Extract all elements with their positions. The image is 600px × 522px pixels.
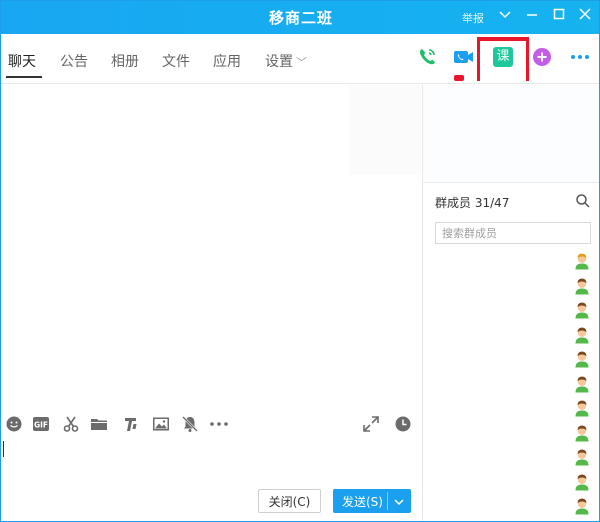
- member-avatar[interactable]: [574, 497, 590, 515]
- search-icon[interactable]: [575, 193, 591, 209]
- send-options-chevron-icon[interactable]: [391, 494, 407, 508]
- member-avatar[interactable]: [574, 473, 590, 491]
- member-avatar[interactable]: [574, 301, 590, 319]
- tab-settings[interactable]: 设置 ﹀: [265, 51, 307, 71]
- close-icon[interactable]: [575, 7, 595, 27]
- highlight-box: [477, 37, 529, 81]
- member-avatar[interactable]: [574, 424, 590, 442]
- tab-album[interactable]: 相册: [111, 51, 139, 71]
- expand-icon[interactable]: [362, 415, 380, 433]
- music-icon[interactable]: [121, 415, 139, 433]
- right-panel: 群成员 31/47: [422, 85, 599, 521]
- input-toolbar: GIF: [1, 409, 422, 439]
- bottom-bar: 关闭(C) 发送(S): [1, 484, 422, 521]
- member-avatar[interactable]: [574, 448, 590, 466]
- message-area[interactable]: [1, 85, 422, 409]
- tab-chat[interactable]: 聊天: [8, 51, 36, 71]
- member-avatar[interactable]: [574, 326, 590, 344]
- scissors-icon[interactable]: [62, 415, 80, 433]
- add-icon[interactable]: [531, 46, 553, 68]
- member-list: [574, 252, 592, 521]
- group-info-panel: [423, 85, 599, 183]
- svg-text:GIF: GIF: [34, 421, 48, 430]
- image-icon[interactable]: [152, 415, 170, 433]
- chat-faded-region: [349, 85, 421, 175]
- clock-icon[interactable]: [394, 415, 412, 433]
- tab-settings-label: 设置: [265, 54, 293, 70]
- phone-icon[interactable]: [416, 46, 438, 68]
- video-call-icon[interactable]: [452, 46, 474, 68]
- member-avatar[interactable]: [574, 375, 590, 393]
- member-avatar[interactable]: [574, 252, 590, 270]
- highlight-mark: [454, 75, 464, 81]
- maximize-icon[interactable]: [549, 7, 569, 27]
- message-input[interactable]: [1, 439, 422, 484]
- send-divider: [387, 492, 388, 510]
- active-tab-indicator: [6, 76, 42, 78]
- member-search-input[interactable]: [435, 222, 591, 244]
- close-button[interactable]: 关闭(C): [258, 489, 321, 513]
- text-caret: [3, 441, 4, 457]
- chat-window: 移商二班 举报 聊天 公告 相册 文件 应用 设置 ﹀ 课 群成员 31/47 …: [0, 0, 600, 522]
- member-avatar[interactable]: [574, 399, 590, 417]
- more-tools-icon[interactable]: [209, 415, 228, 433]
- member-avatar[interactable]: [574, 277, 590, 295]
- emoji-icon[interactable]: [5, 415, 23, 433]
- minimize-icon[interactable]: [522, 7, 542, 27]
- tab-apps[interactable]: 应用: [213, 51, 241, 71]
- folder-icon[interactable]: [90, 415, 108, 433]
- title-bar: 移商二班 举报: [1, 1, 599, 34]
- report-button[interactable]: 举报: [462, 10, 484, 26]
- member-avatar[interactable]: [574, 350, 590, 368]
- chevron-down-icon: ﹀: [296, 56, 307, 69]
- more-icon[interactable]: [569, 46, 591, 68]
- bell-off-icon[interactable]: [181, 415, 199, 433]
- gif-icon[interactable]: GIF: [32, 415, 50, 433]
- tab-announcement[interactable]: 公告: [60, 51, 88, 71]
- members-title: 群成员 31/47: [435, 196, 510, 210]
- dropdown-icon[interactable]: [495, 7, 515, 27]
- tab-files[interactable]: 文件: [162, 51, 190, 71]
